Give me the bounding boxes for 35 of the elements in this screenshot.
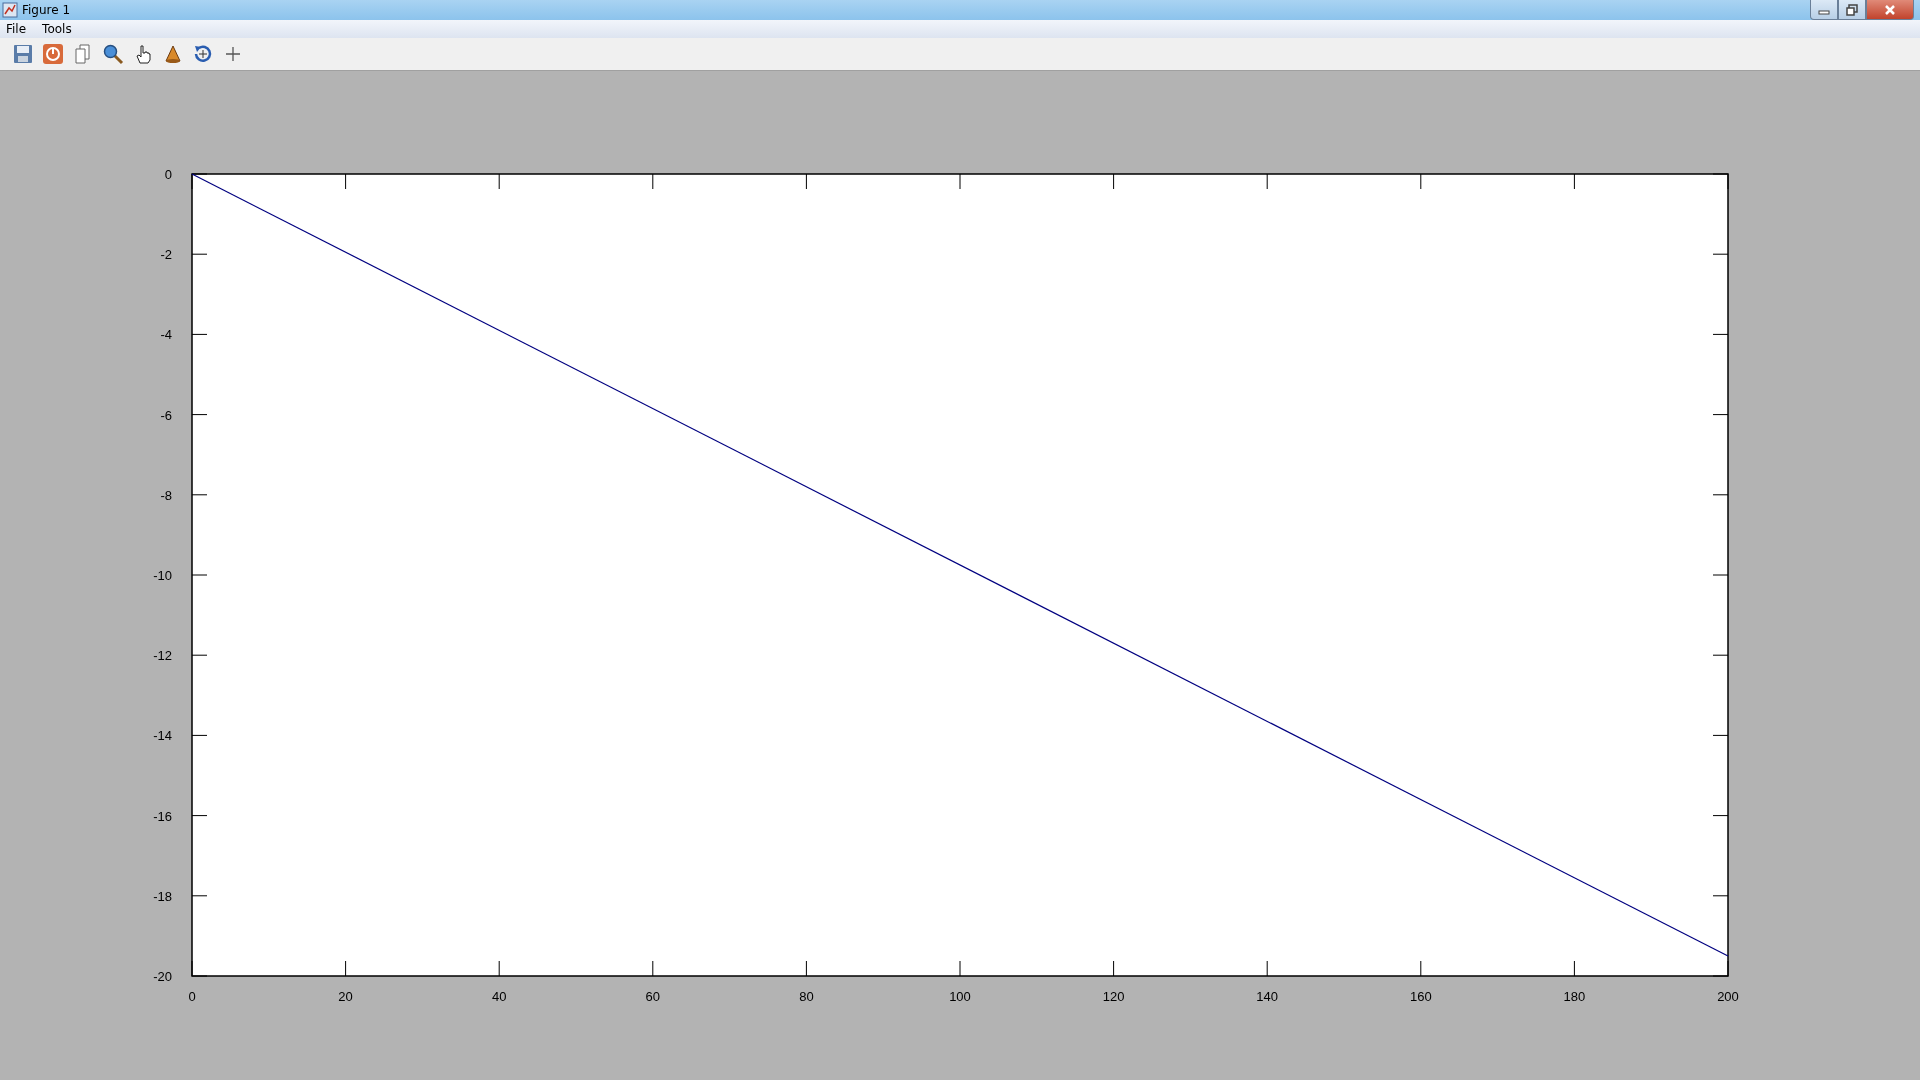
y-tick-label: -10 xyxy=(153,568,172,583)
x-tick-label: 20 xyxy=(338,989,353,1004)
menu-item[interactable]: Tools xyxy=(42,21,72,36)
y-tick-label: -6 xyxy=(160,407,172,423)
x-tick-label: 180 xyxy=(1563,989,1586,1004)
y-tick-label: -14 xyxy=(153,728,172,744)
x-tick-label: 80 xyxy=(799,989,814,1004)
close-icon xyxy=(1884,4,1896,15)
y-tick-label: -20 xyxy=(153,969,172,984)
y-tick-label: -2 xyxy=(160,247,172,263)
minimize-button[interactable] xyxy=(1810,0,1838,20)
y-tick-label: -12 xyxy=(153,648,172,664)
x-tick-label: 40 xyxy=(491,989,507,1004)
y-tick-label: -18 xyxy=(153,888,172,904)
y-tick-label: -8 xyxy=(160,487,172,503)
x-tick-label: 100 xyxy=(949,989,971,1004)
restore-icon xyxy=(1846,3,1858,16)
y-tick-label: -4 xyxy=(160,327,172,343)
menu-item[interactable]: File xyxy=(6,21,27,36)
x-tick-label: 140 xyxy=(1256,989,1279,1004)
x-tick-label: 60 xyxy=(645,989,661,1004)
stop-icon[interactable] xyxy=(42,42,64,65)
x-tick-label: 200 xyxy=(1717,989,1739,1004)
y-tick-label: 0 xyxy=(164,167,172,182)
save-icon[interactable] xyxy=(12,42,34,65)
x-tick-label: 120 xyxy=(1102,989,1125,1004)
x-tick-label: 160 xyxy=(1409,989,1432,1004)
restore-button[interactable] xyxy=(1838,0,1866,20)
x-tick-label: 0 xyxy=(188,989,196,1004)
zoom-icon[interactable] xyxy=(102,42,124,65)
y-tick-label: -16 xyxy=(153,808,172,824)
close-button[interactable] xyxy=(1866,0,1914,20)
rotate-icon[interactable] xyxy=(192,42,214,65)
chart-icon xyxy=(2,2,18,18)
window-title: Figure 1 xyxy=(22,3,71,17)
